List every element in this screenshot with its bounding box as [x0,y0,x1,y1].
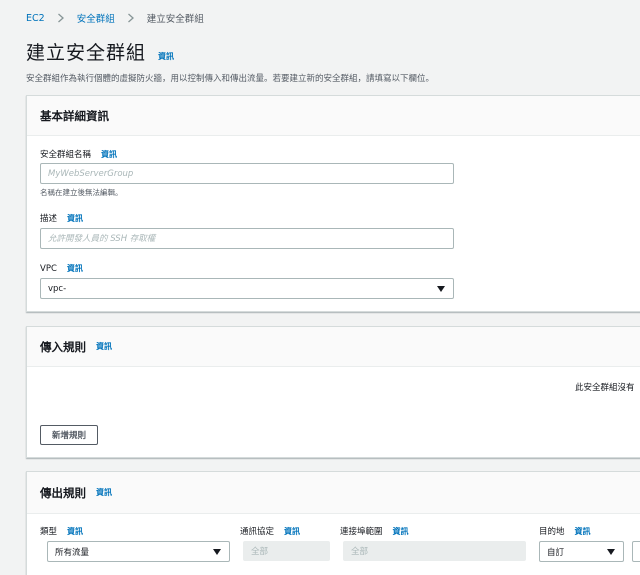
outbound-protocol-label-row: 通訊協定 資訊 [240,525,300,537]
vpc-label-row: VPC 資訊 [40,263,83,274]
vpc-select-value: vpc- [48,283,67,294]
outbound-destination-label-row: 目的地 資訊 [539,525,591,537]
outbound-type-value: 所有流量 [55,547,90,558]
vpc-info-link[interactable]: 資訊 [67,263,83,274]
security-group-name-label: 安全群組名稱 [40,150,92,160]
add-inbound-rule-button[interactable]: 新增規則 [40,425,99,445]
create-security-group-page: EC2 安全群組 建立安全群組 建立安全群組 資訊 安全群組作為執行個體的虛擬防… [0,0,640,575]
outbound-protocol-field: 全部 [243,541,330,561]
outbound-port-range-label-row: 連接埠範圍 資訊 [340,525,409,537]
outbound-port-range-value: 全部 [351,547,369,557]
page-title: 建立安全群組 [26,42,147,64]
breadcrumb-current: 建立安全群組 [146,14,204,25]
outbound-rules-panel: 傳出規則 資訊 類型 資訊 所有流量 通訊協定 資訊 全部 連接埠範圍 資訊 全… [26,471,640,575]
outbound-type-info-link[interactable]: 資訊 [67,526,83,537]
outbound-rules-title: 傳出規則 [40,485,86,500]
outbound-destination-info-link[interactable]: 資訊 [575,526,591,537]
outbound-type-label-row: 類型 資訊 [40,525,83,537]
basic-details-header: 基本詳細資訊 [27,96,640,136]
outbound-protocol-info-link[interactable]: 資訊 [284,526,300,537]
outbound-port-range-label: 連接埠範圍 [340,527,383,537]
caret-down-icon [213,549,221,555]
outbound-rules-header: 傳出規則 資訊 [27,472,640,514]
vpc-select[interactable]: vpc- [40,278,454,299]
caret-down-icon [607,549,615,555]
inbound-rules-panel: 傳入規則 資訊 此安全群組沒有 新增規則 [26,326,640,458]
page-info-link[interactable]: 資訊 [158,51,174,62]
inbound-rules-title: 傳入規則 [40,339,86,354]
vpc-label: VPC [40,264,57,274]
outbound-destination-cidr-input[interactable] [632,541,640,562]
inbound-rules-info-link[interactable]: 資訊 [96,341,112,352]
inbound-rules-header: 傳入規則 資訊 [27,327,640,367]
breadcrumb-ec2-link[interactable]: EC2 [26,13,45,24]
security-group-name-info-link[interactable]: 資訊 [101,149,117,160]
outbound-port-range-field: 全部 [343,541,526,561]
breadcrumb: EC2 安全群組 建立安全群組 [26,11,204,26]
description-input[interactable] [40,228,454,249]
description-label: 描述 [40,214,58,224]
outbound-protocol-value: 全部 [251,547,269,557]
outbound-destination-label: 目的地 [539,527,565,537]
page-description: 安全群組作為執行個體的虛擬防火牆，用以控制傳入和傳出流量。若要建立新的安全群組，… [26,74,435,84]
chevron-right-icon [53,12,69,24]
basic-details-panel: 基本詳細資訊 安全群組名稱 資訊 名稱在建立後無法編輯。 描述 資訊 VPC 資… [26,95,640,312]
security-group-name-label-row: 安全群組名稱 資訊 [40,148,117,160]
outbound-protocol-label: 通訊協定 [240,527,275,537]
caret-down-icon [437,286,445,292]
basic-details-title: 基本詳細資訊 [40,108,109,123]
outbound-type-select[interactable]: 所有流量 [47,541,230,562]
description-info-link[interactable]: 資訊 [67,213,83,224]
outbound-port-range-info-link[interactable]: 資訊 [393,526,409,537]
inbound-empty-message: 此安全群組沒有 [575,383,635,393]
description-label-row: 描述 資訊 [40,212,83,224]
security-group-name-input[interactable] [40,163,454,184]
breadcrumb-security-groups-link[interactable]: 安全群組 [77,11,115,25]
outbound-type-label: 類型 [40,527,58,537]
security-group-name-hint: 名稱在建立後無法編輯。 [40,188,123,197]
chevron-right-icon [123,12,139,24]
outbound-destination-select[interactable]: 自訂 [539,541,624,562]
page-title-row: 建立安全群組 資訊 [26,38,174,65]
outbound-destination-value: 自訂 [547,547,565,558]
outbound-rules-info-link[interactable]: 資訊 [96,487,112,498]
